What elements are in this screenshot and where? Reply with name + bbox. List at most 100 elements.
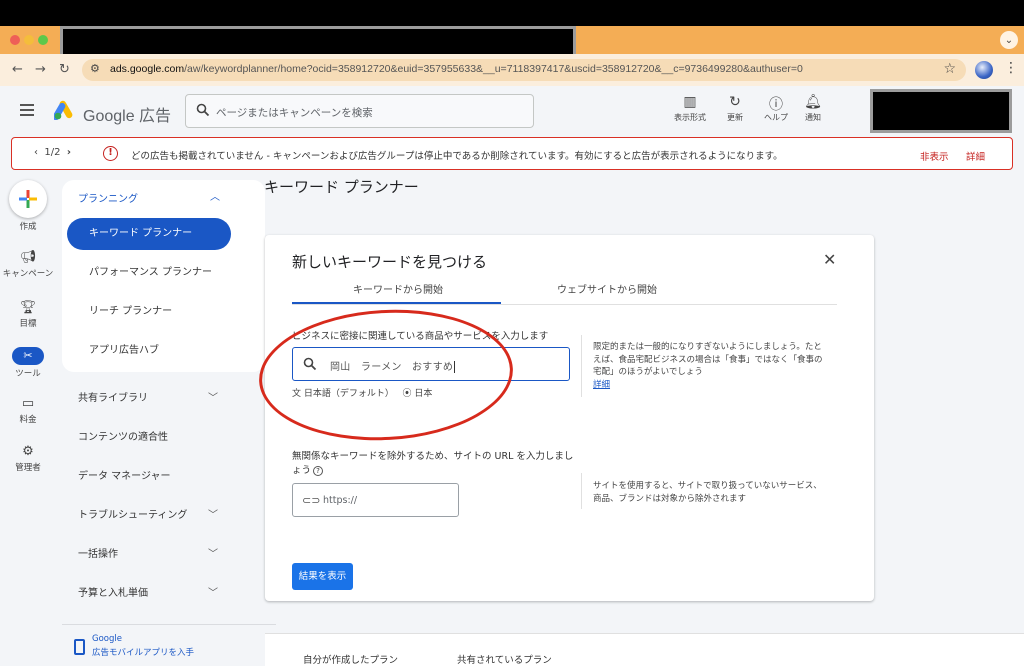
tools-icon: ✂ (12, 347, 44, 365)
left-rail: 作成 📢︎ キャンペーン 🏆︎ 目標 ✂ ツール ▭ 料金 ⚙ 管理者 (0, 172, 56, 666)
bell-icon: 🔔︎ (804, 94, 822, 110)
refresh-button[interactable]: ↻ 更新 (713, 94, 757, 123)
rail-item-campaigns[interactable]: 📢︎ キャンペーン (0, 250, 56, 279)
trophy-icon: 🏆︎ (19, 300, 37, 315)
alert-banner: ‹ 1/2 › ! どの広告も掲載されていません - キャンペーンおよび広告グル… (11, 137, 1013, 170)
mobile-app-promo[interactable]: Google 広告モバイルアプリを入手 (62, 624, 276, 666)
phone-icon (74, 639, 85, 655)
alert-dismiss-link[interactable]: 非表示 (920, 149, 949, 163)
gear-icon: ⚙ (22, 444, 34, 459)
mobile-promo-line1: Google (92, 634, 122, 644)
window-close-button[interactable] (10, 35, 20, 45)
show-results-button[interactable]: 結果を表示 (292, 563, 353, 590)
nav-item-reach-planner[interactable]: リーチ プランナー (67, 296, 231, 328)
rail-tools-label: ツール (15, 369, 41, 379)
nav-section-shared-library[interactable]: 共有ライブラリ ﹀ (78, 389, 228, 404)
planning-header[interactable]: プランニング (78, 190, 138, 205)
tab-shared-plans[interactable]: 共有されているプラン (457, 652, 552, 666)
ads-header: Google 広告 ページまたはキャンペーンを検索 ▥ 表示形式 ↻ 更新 ⓘ … (0, 86, 1024, 136)
notifications-button[interactable]: 🔔︎ 通知 (791, 94, 835, 123)
notifications-label: 通知 (805, 113, 821, 122)
url-label-text: 無関係なキーワードを除外するため、サイトの URL を入力しましょう (292, 451, 574, 476)
page-title: キーワード プランナー (264, 178, 419, 196)
help-label: ヘルプ (764, 113, 788, 122)
next-alert-icon[interactable]: › (67, 147, 71, 158)
create-button[interactable] (9, 180, 47, 218)
nav-item-performance-planner[interactable]: パフォーマンス プランナー (67, 257, 231, 289)
window-minimize-button[interactable] (24, 35, 34, 45)
keyword-hint: 限定的または一般的になりすぎないようにしましょう。たとえば、食品宅配ビジネスの場… (593, 341, 829, 391)
prev-alert-icon[interactable]: ‹ (34, 147, 38, 158)
nav-section-data-manager[interactable]: データ マネージャー (78, 467, 228, 482)
alert-message: どの広告も掲載されていません - キャンペーンおよび広告グループは停止中であるか… (131, 151, 783, 162)
search-icon (196, 103, 210, 117)
rail-campaigns-label: キャンペーン (2, 269, 54, 279)
alert-pager: ‹ 1/2 › (34, 147, 71, 158)
mobile-promo-line2: 広告モバイルアプリを入手 (92, 648, 195, 658)
tab-search-chevron-icon[interactable]: ⌄ (1000, 31, 1018, 49)
rail-admin-label: 管理者 (15, 463, 41, 473)
site-info-icon[interactable]: ⚙ (90, 62, 100, 75)
address-bar[interactable]: ⚙ ads.google.com/aw/keywordplanner/home?… (82, 59, 966, 81)
top-black-bar (0, 0, 1024, 26)
redacted-account (870, 89, 1012, 133)
main-menu-icon[interactable] (20, 104, 34, 119)
chevron-down-icon: ﹀ (208, 549, 218, 560)
page-search-input[interactable]: ページまたはキャンペーンを検索 (185, 94, 534, 128)
google-ads-logo-text: Google 広告 (83, 108, 172, 125)
browser-toolbar: ← → ↻ ⚙ ads.google.com/aw/keywordplanner… (0, 54, 1024, 86)
nav-item-keyword-planner[interactable]: キーワード プランナー (67, 218, 231, 250)
rail-item-billing[interactable]: ▭ 料金 (0, 396, 56, 425)
nav-section-label: 一括操作 (78, 549, 118, 560)
appearance-button[interactable]: ▥ 表示形式 (668, 94, 712, 123)
planning-nav-panel: プランニング ︿ キーワード プランナー パフォーマンス プランナー リーチ プ… (62, 180, 265, 372)
url-placeholder: https:// (323, 495, 358, 506)
url-field-label: 無関係なキーワードを除外するため、サイトの URL を入力しましょう? (292, 450, 574, 478)
bookmark-star-icon[interactable]: ☆ (943, 61, 956, 77)
nav-section-budgets-bids[interactable]: 予算と入札単価 ﹀ (78, 584, 228, 599)
help-circle-icon[interactable]: ? (313, 465, 324, 476)
menu-kebab-icon[interactable]: ⋮ (1004, 60, 1018, 76)
column-divider (581, 473, 582, 509)
tab-my-plans[interactable]: 自分が作成したプラン (303, 652, 398, 666)
url-host: ads.google.com (110, 63, 185, 75)
error-icon: ! (103, 146, 118, 161)
nav-item-app-ads-hub[interactable]: アプリ広告ハブ (67, 335, 231, 367)
close-icon[interactable]: ✕ (823, 250, 836, 269)
rail-item-admin[interactable]: ⚙ 管理者 (0, 444, 56, 473)
keyword-hint-details-link[interactable]: 詳細 (593, 380, 610, 390)
url-hint: サイトを使用すると、サイトで取り扱っていないサービス、商品、ブランドは対象から除… (593, 481, 822, 504)
forward-icon[interactable]: → (35, 62, 46, 77)
back-icon[interactable]: ← (12, 62, 23, 77)
chevron-down-icon: ﹀ (208, 393, 218, 404)
url-text: ads.google.com/aw/keywordplanner/home?oc… (110, 63, 803, 75)
tab-start-with-keywords[interactable]: キーワードから開始 (353, 281, 443, 296)
rail-item-goals[interactable]: 🏆︎ 目標 (0, 300, 56, 329)
website-url-input[interactable]: ⊂⊃ https:// (292, 483, 459, 517)
nav-section-bulk-actions[interactable]: 一括操作 ﹀ (78, 545, 228, 560)
window-zoom-button[interactable] (38, 35, 48, 45)
keyword-hint-text: 限定的または一般的になりすぎないようにしましょう。たとえば、食品宅配ビジネスの場… (593, 342, 823, 377)
profile-avatar[interactable] (975, 61, 993, 79)
active-tab-indicator (292, 302, 501, 304)
nav-section-label: コンテンツの適合性 (78, 432, 168, 443)
nav-section-troubleshooting[interactable]: トラブルシューティング ﹀ (78, 506, 228, 521)
alert-details-link[interactable]: 詳細 (966, 149, 985, 163)
appearance-label: 表示形式 (674, 113, 706, 122)
rail-goals-label: 目標 (19, 319, 37, 329)
reload-icon[interactable]: ↻ (59, 62, 70, 77)
rail-item-tools[interactable]: ✂ ツール (0, 347, 56, 379)
chevron-up-icon[interactable]: ︿ (210, 188, 220, 203)
card-title: 新しいキーワードを見つける (292, 253, 488, 271)
megaphone-icon: 📢︎ (19, 250, 37, 265)
chevron-down-icon: ﹀ (208, 510, 218, 521)
nav-section-content-suitability[interactable]: コンテンツの適合性 (78, 428, 228, 443)
alert-page-count: 1/2 (44, 147, 61, 158)
column-divider (581, 335, 582, 397)
tab-divider (292, 304, 837, 305)
credit-card-icon: ▭ (21, 396, 35, 411)
appearance-icon: ▥ (683, 94, 697, 110)
refresh-label: 更新 (727, 113, 743, 122)
plans-tabs: 自分が作成したプラン 共有されているプラン (265, 633, 1024, 666)
tab-start-with-website[interactable]: ウェブサイトから開始 (557, 281, 657, 296)
